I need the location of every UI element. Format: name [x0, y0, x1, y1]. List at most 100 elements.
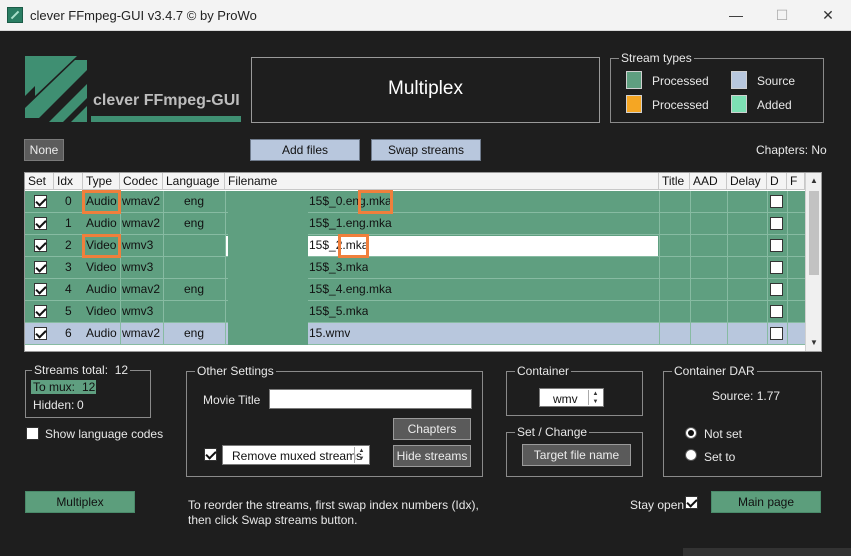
added-swatch [731, 95, 747, 113]
row-set-checkbox[interactable] [34, 305, 47, 318]
grid-line [787, 191, 788, 213]
remove-muxed-checkbox[interactable] [204, 448, 217, 461]
table-scrollbar[interactable]: ▲ ▼ [805, 173, 821, 351]
row-set-checkbox[interactable] [34, 261, 47, 274]
table-row[interactable]: 2 Video wmv3 15$_2.mka [25, 235, 805, 257]
col-set[interactable]: Set [25, 173, 54, 190]
row-codec: wmav2 [122, 216, 161, 230]
table-row[interactable]: 1 Audio wmav2 eng 15$_1.eng.mka [25, 213, 805, 235]
stay-open-checkbox[interactable] [685, 496, 698, 509]
grid-line [727, 235, 728, 257]
row-d-checkbox[interactable] [770, 283, 783, 296]
row-idx: 5 [65, 304, 72, 318]
grid-line [225, 301, 226, 323]
hidden-label: Hidden: [33, 398, 75, 412]
row-type: Audio [86, 282, 117, 296]
row-codec: wmav2 [122, 194, 161, 208]
table-row[interactable]: 6 Audio wmav2 eng 15.wmv [25, 323, 805, 345]
grid-line [163, 235, 164, 257]
grid-line [727, 257, 728, 279]
scroll-thumb[interactable] [809, 191, 819, 275]
maximize-button[interactable]: ☐ [759, 0, 805, 31]
scroll-down-icon[interactable]: ▼ [806, 335, 821, 351]
table-row[interactable]: 4 Audio wmav2 eng 15$_4.eng.mka [25, 279, 805, 301]
show-language-codes-checkbox[interactable] [26, 427, 39, 440]
swap-streams-button[interactable]: Swap streams [371, 139, 481, 161]
movie-title-input[interactable] [269, 389, 472, 409]
add-files-button[interactable]: Add files [250, 139, 360, 161]
row-d-checkbox[interactable] [770, 239, 783, 252]
container-spinner-icon[interactable]: ▲ ▼ [588, 390, 602, 405]
app-icon [7, 7, 23, 23]
col-f[interactable]: F [787, 173, 805, 190]
container-dar-group: Container DAR Source: 1.77 Not set Set t… [663, 364, 822, 477]
dar-not-set-radio[interactable] [685, 427, 697, 439]
grid-line [787, 235, 788, 257]
row-filename: 15$_1.eng.mka [309, 216, 392, 230]
table-row[interactable]: 0 Audio wmav2 eng 15$_0.eng.mka [25, 191, 805, 213]
row-d-checkbox[interactable] [770, 195, 783, 208]
row-idx: 3 [65, 260, 72, 274]
grid-line [659, 191, 660, 213]
highlight-type-row2 [82, 234, 121, 258]
close-button[interactable]: ✕ [805, 0, 851, 31]
row-d-checkbox[interactable] [770, 217, 783, 230]
container-value: wmv [553, 392, 578, 406]
grid-line [727, 323, 728, 345]
filename-redaction [228, 257, 308, 279]
grid-line [659, 323, 660, 345]
target-file-name-button[interactable]: Target file name [522, 444, 631, 466]
col-title[interactable]: Title [659, 173, 690, 190]
grid-line [727, 279, 728, 301]
grid-line [225, 235, 226, 257]
scroll-up-icon[interactable]: ▲ [806, 173, 821, 189]
filename-redaction [228, 301, 308, 323]
multiplex-button[interactable]: Multiplex [25, 491, 135, 513]
row-d-checkbox[interactable] [770, 261, 783, 274]
filename-redaction [228, 235, 308, 257]
row-idx: 4 [65, 282, 72, 296]
remove-muxed-select[interactable]: Remove muxed streams ▲ ▼ [222, 445, 370, 465]
row-codec: wmv3 [122, 260, 154, 274]
col-delay[interactable]: Delay [727, 173, 767, 190]
col-idx[interactable]: Idx [54, 173, 83, 190]
row-d-checkbox[interactable] [770, 327, 783, 340]
dar-set-to-radio[interactable] [685, 449, 697, 461]
grid-line [225, 279, 226, 301]
grid-line [225, 257, 226, 279]
row-d-checkbox[interactable] [770, 305, 783, 318]
stream-types-label: Stream types [619, 51, 694, 65]
col-aad[interactable]: AAD [690, 173, 727, 190]
row-set-checkbox[interactable] [34, 217, 47, 230]
container-select[interactable]: wmv ▲ ▼ [539, 388, 604, 407]
grid-line [120, 323, 121, 345]
none-button[interactable]: None [24, 139, 64, 161]
hide-streams-button[interactable]: Hide streams [393, 445, 471, 467]
table-row[interactable]: 5 Video wmv3 15$_5.mka [25, 301, 805, 323]
hint-line-2: then click Swap streams button. [188, 513, 358, 527]
col-language[interactable]: Language [163, 173, 225, 190]
col-d[interactable]: D [767, 173, 787, 190]
row-set-checkbox[interactable] [34, 239, 47, 252]
row-idx: 6 [65, 326, 72, 340]
chapters-button[interactable]: Chapters [393, 418, 471, 440]
col-type[interactable]: Type [83, 173, 120, 190]
grid-line [163, 213, 164, 235]
row-set-checkbox[interactable] [34, 327, 47, 340]
minimize-button[interactable]: — [713, 0, 759, 31]
processed-green-swatch [626, 71, 642, 89]
table-row[interactable]: 3 Video wmv3 15$_3.mka [25, 257, 805, 279]
main-page-button[interactable]: Main page [711, 491, 821, 513]
col-filename[interactable]: Filename [225, 173, 659, 190]
grid-line [163, 279, 164, 301]
highlight-type-row0 [82, 190, 121, 214]
remove-muxed-spinner-icon[interactable]: ▲ ▼ [354, 447, 368, 463]
grid-line [163, 323, 164, 345]
grid-line [120, 301, 121, 323]
row-set-checkbox[interactable] [34, 283, 47, 296]
col-codec[interactable]: Codec [120, 173, 163, 190]
highlight-ext-row0 [358, 190, 393, 214]
row-set-checkbox[interactable] [34, 195, 47, 208]
row-language: eng [184, 282, 205, 296]
streams-table[interactable]: Set Idx Type Codec Language Filename Tit… [24, 172, 822, 352]
